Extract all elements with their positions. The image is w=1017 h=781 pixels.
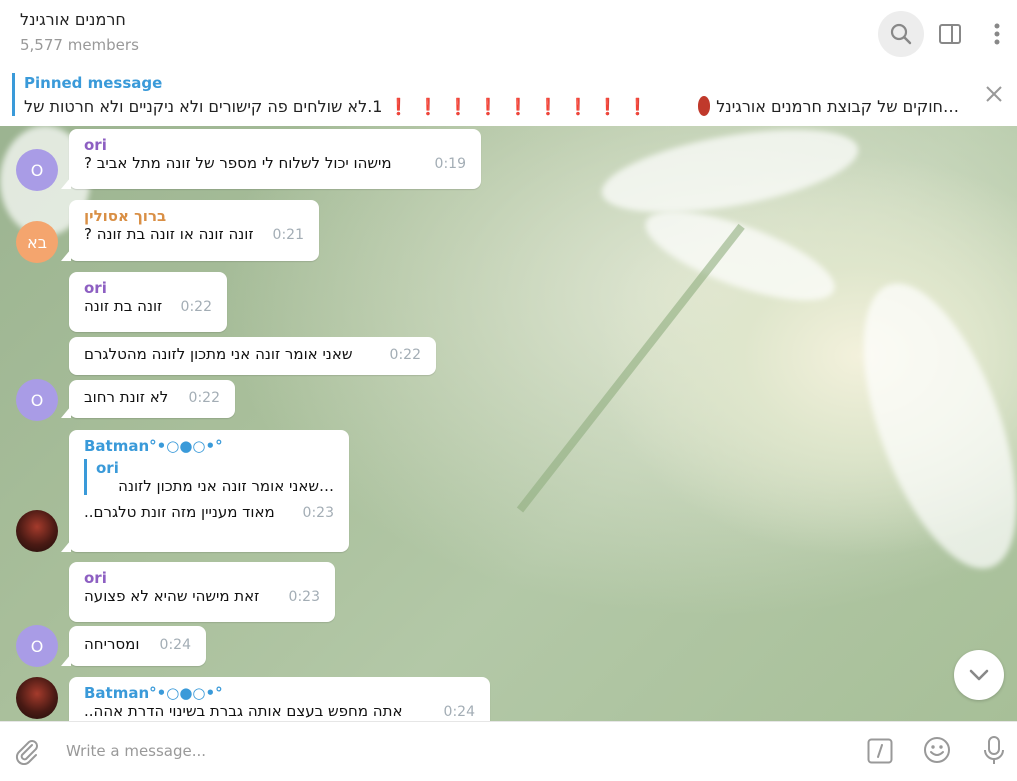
- exclamation-marks: ❗❗❗❗❗❗❗❗❗: [388, 96, 658, 116]
- message-time: 0:22: [389, 347, 421, 363]
- message-text: לא זונת רחוב: [84, 388, 169, 406]
- reply-sender: ori: [96, 459, 119, 477]
- scroll-to-bottom-button[interactable]: [954, 650, 1004, 700]
- message-text: מאוד מעניין מזה זונת טלגרם..: [84, 503, 275, 521]
- message-time: 0:21: [272, 227, 304, 243]
- message-bubble[interactable]: ומסריחה 0:24: [61, 626, 206, 666]
- pinned-text-start: …חוקים של קבוצת חרמנים אורגינל: [716, 96, 959, 116]
- pinned-message-bar[interactable]: Pinned message 1.לא שולחים פה קישורים ול…: [0, 66, 1017, 127]
- message-bubble[interactable]: ori זונה בת זונה 0:22: [69, 272, 227, 332]
- member-count[interactable]: 5,577 members: [20, 36, 139, 54]
- sender-name[interactable]: ori: [84, 279, 212, 297]
- message-time: 0:23: [302, 505, 334, 521]
- avatar-initials: בא: [27, 232, 47, 252]
- avatar[interactable]: [16, 510, 58, 552]
- paperclip-icon: [15, 740, 38, 766]
- pinned-text-end: 1.לא שולחים פה קישורים ולא ניקניים ולא ח…: [24, 96, 383, 116]
- wallpaper-stem: [516, 223, 745, 513]
- message-time: 0:24: [159, 637, 191, 653]
- message-composer: [0, 721, 1017, 781]
- message-text: זאת מישהי שהיא לא פצועה: [84, 587, 260, 605]
- message-text: זונה זונה או זונה בת זונה ?: [84, 225, 254, 243]
- chat-header: חרמנים אורגינל 5,577 members: [0, 0, 1017, 67]
- avatar[interactable]: O: [16, 379, 58, 421]
- avatar-initials: O: [30, 390, 44, 410]
- close-icon: [986, 86, 1002, 102]
- more-vertical-icon: [994, 23, 1000, 45]
- message-bubble[interactable]: Batman°•○●○•° ori …שאני אומר זונה אני מת…: [61, 430, 349, 552]
- wallpaper-petal: [635, 193, 845, 319]
- bot-commands-button[interactable]: [867, 738, 893, 768]
- avatar[interactable]: בא: [16, 221, 58, 263]
- message-text: ומסריחה: [84, 635, 140, 653]
- more-options-button[interactable]: [974, 11, 1017, 57]
- adult-18-icon: [697, 96, 711, 116]
- search-button[interactable]: [878, 11, 924, 57]
- avatar[interactable]: O: [16, 149, 58, 191]
- pinned-accent-bar: [12, 73, 15, 116]
- microphone-icon: [984, 736, 1004, 764]
- message-text: שאני אומר זונה אני מתכון לזונה מהטלגרם: [84, 345, 353, 363]
- sender-name[interactable]: Batman°•○●○•°: [84, 684, 475, 702]
- message-bubble[interactable]: שאני אומר זונה אני מתכון לזונה מהטלגרם 0:…: [69, 337, 436, 375]
- search-icon: [890, 23, 912, 45]
- sender-name[interactable]: ori: [84, 569, 320, 587]
- emoji-button[interactable]: [923, 736, 951, 768]
- message-text: אתה מחפש בעצם אותה גברת בשינוי הדרת אהה.…: [84, 702, 403, 720]
- message-time: 0:19: [434, 156, 466, 172]
- chevron-down-icon: [969, 669, 989, 681]
- chat-messages-area[interactable]: O ori מישהו יכול לשלוח לי מספר של זונה מ…: [0, 126, 1017, 721]
- chat-title[interactable]: חרמנים אורגינל: [20, 10, 126, 29]
- message-time: 0:23: [288, 589, 320, 605]
- reply-text: …שאני אומר זונה אני מתכון לזונה: [118, 477, 334, 495]
- wallpaper-petal: [832, 264, 1017, 588]
- avatar-initials: O: [30, 636, 44, 656]
- avatar[interactable]: O: [16, 625, 58, 667]
- avatar[interactable]: [16, 677, 58, 719]
- bot-command-icon: [867, 738, 893, 764]
- sender-name[interactable]: ori: [84, 136, 466, 154]
- message-bubble[interactable]: ori מישהו יכול לשלוח לי מספר של זונה מתל…: [61, 129, 481, 189]
- emoji-icon: [924, 737, 950, 763]
- message-time: 0:22: [180, 299, 212, 315]
- message-time: 0:24: [443, 704, 475, 720]
- voice-record-button[interactable]: [983, 736, 1005, 770]
- pinned-close-button[interactable]: [984, 84, 1004, 108]
- message-text: מישהו יכול לשלוח לי מספר של זונה מתל אבי…: [84, 154, 392, 172]
- avatar-initials: O: [30, 160, 44, 180]
- sender-name[interactable]: Batman°•○●○•°: [84, 437, 334, 455]
- pinned-label: Pinned message: [24, 74, 163, 92]
- pinned-text: 1.לא שולחים פה קישורים ולא ניקניים ולא ח…: [24, 96, 959, 116]
- message-bubble[interactable]: Batman°•○●○•° אתה מחפש בעצם אותה גברת בש…: [69, 677, 490, 721]
- message-time: 0:22: [188, 390, 220, 406]
- wallpaper-petal: [595, 126, 865, 229]
- sidebar-toggle-button[interactable]: [927, 11, 973, 57]
- reply-quote[interactable]: ori …שאני אומר זונה אני מתכון לזונה: [84, 459, 334, 495]
- message-text: זונה בת זונה: [84, 297, 163, 315]
- message-bubble[interactable]: ברוך אסולין זונה זונה או זונה בת זונה ? 0…: [61, 200, 319, 261]
- message-bubble[interactable]: ori זאת מישהי שהיא לא פצועה 0:23: [69, 562, 335, 622]
- message-bubble[interactable]: לא זונת רחוב 0:22: [61, 380, 235, 418]
- sidebar-toggle-icon: [939, 24, 961, 44]
- attach-button[interactable]: [14, 737, 40, 769]
- message-input[interactable]: [64, 736, 828, 766]
- sender-name[interactable]: ברוך אסולין: [84, 207, 304, 225]
